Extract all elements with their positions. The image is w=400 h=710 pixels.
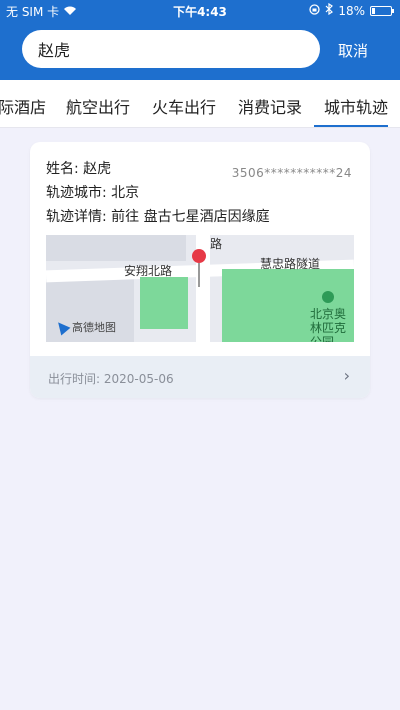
trace-record-card[interactable]: 姓名: 赵虎 3506***********24 轨迹城市: 北京 轨迹详情: … — [30, 142, 370, 398]
cancel-button[interactable]: 取消 — [338, 40, 368, 61]
battery-icon — [370, 5, 394, 16]
map-road-label: 慧忠路隧道 — [260, 257, 321, 271]
map-pin-icon — [192, 249, 206, 263]
tab-city-trace[interactable]: 城市轨迹 — [324, 94, 388, 118]
tab-spending[interactable]: 消费记录 — [238, 94, 302, 118]
name-value: 赵虎 — [83, 161, 112, 177]
detail-value: 前往 盘古七星酒店因缘庭 — [111, 209, 270, 225]
map-road-label: 路 — [210, 237, 223, 251]
map-park-label: 北京奥林匹克公园 — [310, 307, 347, 342]
tab-flight[interactable]: 航空出行 — [66, 94, 130, 118]
battery-fill — [372, 7, 375, 14]
city-value: 北京 — [111, 185, 140, 201]
city-label: 轨迹城市: — [46, 185, 107, 201]
travel-date-label: 出行时间: — [48, 372, 101, 386]
tab-bar: 际酒店 航空出行 火车出行 消费记录 城市轨迹 — [0, 80, 400, 128]
map-block — [46, 235, 186, 261]
bluetooth-icon — [325, 2, 334, 18]
status-bar: 无 SIM 卡 下午4:43 18% — [0, 0, 400, 22]
header: 无 SIM 卡 下午4:43 18% 赵虎 取消 — [0, 0, 400, 80]
card-footer[interactable]: 出行时间: 2020-05-06 › — [30, 356, 370, 398]
search-input[interactable]: 赵虎 — [22, 30, 320, 68]
map-pin-stick — [198, 263, 200, 287]
park-icon — [322, 291, 334, 303]
search-input-value: 赵虎 — [38, 41, 71, 60]
amap-logo: 高德地图 — [53, 318, 116, 336]
battery-percent: 18% — [338, 3, 365, 18]
name-label: 姓名: — [46, 161, 79, 177]
travel-date-value: 2020-05-06 — [103, 372, 174, 386]
city-row: 轨迹城市: 北京 — [46, 182, 139, 202]
id-number: 3506***********24 — [231, 166, 352, 180]
name-row: 姓名: 赵虎 — [46, 158, 111, 178]
detail-row: 轨迹详情: 前往 盘古七星酒店因缘庭 — [46, 206, 270, 226]
amap-logo-text: 高德地图 — [72, 321, 116, 334]
tab-hotel[interactable]: 际酒店 — [0, 94, 46, 118]
amap-arrow-icon — [53, 318, 71, 336]
detail-label: 轨迹详情: — [46, 209, 107, 225]
travel-date: 出行时间: 2020-05-06 — [48, 370, 174, 387]
active-tab-indicator — [314, 125, 388, 127]
map-park-area — [140, 277, 188, 329]
location-map[interactable]: 安翔北路 慧忠路隧道 路 北京奥林匹克公园 高德地图 — [46, 235, 354, 342]
chevron-right-icon[interactable]: › — [344, 366, 350, 385]
status-right-group: 18% — [309, 2, 394, 18]
map-road-label: 安翔北路 — [124, 264, 173, 278]
lock-rotation-icon — [309, 3, 320, 18]
tab-train[interactable]: 火车出行 — [152, 94, 216, 118]
